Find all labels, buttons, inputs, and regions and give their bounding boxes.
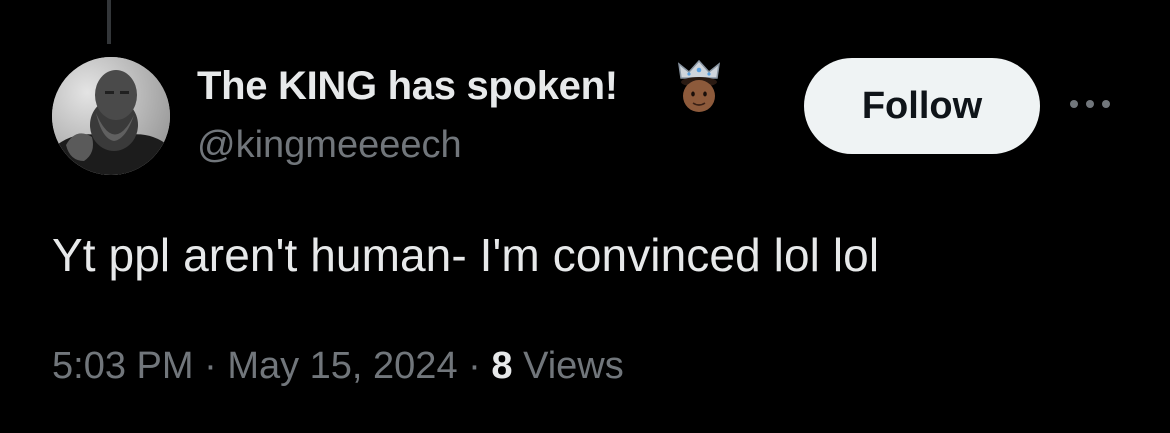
crowned-person-emoji-icon bbox=[677, 59, 721, 112]
meta-separator: · bbox=[204, 345, 217, 387]
author-display-name[interactable]: The KING has spoken! bbox=[197, 64, 618, 109]
views-label[interactable]: Views bbox=[523, 345, 624, 387]
avatar[interactable] bbox=[52, 57, 170, 175]
more-options-icon[interactable] bbox=[1066, 92, 1114, 116]
tweet-card: The KING has spoken! @kingmeeeech Follow… bbox=[0, 0, 1170, 433]
author-handle[interactable]: @kingmeeeech bbox=[197, 124, 462, 167]
tweet-date[interactable]: May 15, 2024 bbox=[227, 345, 457, 387]
tweet-time[interactable]: 5:03 PM bbox=[52, 345, 194, 387]
views-count[interactable]: 8 bbox=[491, 345, 512, 387]
follow-button[interactable]: Follow bbox=[804, 58, 1040, 154]
tweet-text: Yt ppl aren't human- I'm convinced lol l… bbox=[52, 229, 880, 281]
thread-connector-line bbox=[107, 0, 111, 44]
tweet-metadata: 5:03 PM · May 15, 2024 · 8 Views bbox=[52, 345, 624, 388]
meta-separator: · bbox=[468, 345, 481, 387]
avatar-photo bbox=[52, 57, 170, 175]
